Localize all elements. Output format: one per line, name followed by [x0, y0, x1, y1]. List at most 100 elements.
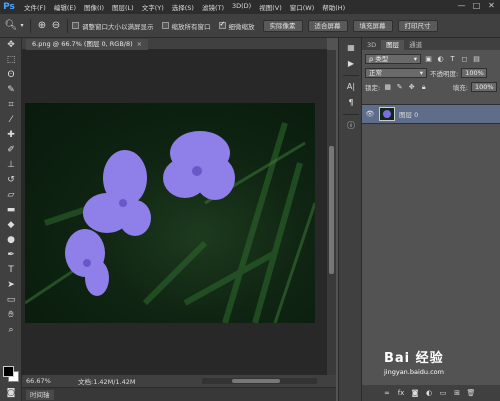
print-size-button[interactable]: 打印尺寸	[397, 19, 438, 32]
fill-input[interactable]: 100%	[471, 82, 497, 92]
info-panel-icon[interactable]: ⓘ	[339, 118, 363, 134]
close-icon[interactable]: ×	[137, 40, 142, 48]
resize-windows-checkbox[interactable]: 调整窗口大小以满屏显示	[72, 21, 154, 31]
quick-mask-icon[interactable]: ◙	[0, 386, 22, 401]
marquee-tool-icon[interactable]: ⬚	[0, 53, 22, 68]
checkbox-box[interactable]	[161, 22, 169, 29]
paragraph-panel-icon[interactable]: ¶	[339, 95, 363, 111]
lasso-tool-icon[interactable]: ʘ	[0, 68, 22, 83]
clone-stamp-tool-icon[interactable]: ⊥	[0, 158, 22, 173]
eye-icon[interactable]: 👁︎	[365, 110, 375, 118]
actions-panel-icon[interactable]: ▶	[339, 56, 363, 72]
zoom-tool-icon[interactable]: ⌕	[0, 323, 22, 338]
quick-select-tool-icon[interactable]: ✎	[0, 83, 22, 98]
layer-row[interactable]: 👁︎ 图层 0	[362, 104, 500, 124]
zoom-out-icon[interactable]: ⊖	[49, 19, 63, 33]
menu-image[interactable]: 图像(I)	[84, 2, 104, 12]
hand-tool-icon[interactable]: ✋︎	[0, 308, 22, 323]
blend-mode-select[interactable]: 正常 ▾	[365, 68, 427, 78]
gradient-tool-icon[interactable]: ▬	[0, 203, 22, 218]
checkbox-box[interactable]	[218, 20, 226, 29]
character-panel-icon[interactable]: A|	[339, 79, 363, 95]
ps-logo: Ps	[0, 0, 18, 14]
close-button[interactable]: ✕	[487, 1, 496, 10]
healing-brush-tool-icon[interactable]: ✚	[0, 128, 22, 143]
menu-type[interactable]: 文字(Y)	[142, 2, 164, 12]
tab-channels[interactable]: 通道	[404, 40, 427, 50]
panel-dock: ▦ ▶ A| ¶ ⓘ	[338, 38, 362, 401]
fill-screen-button[interactable]: 填充屏幕	[352, 19, 393, 32]
pixel-filter-icon[interactable]: ▣	[424, 55, 433, 64]
vertical-scrollbar[interactable]	[327, 50, 336, 375]
watermark-url: jingyan.baidu.com	[384, 368, 444, 376]
eyedropper-tool-icon[interactable]: ⁄	[0, 113, 22, 128]
type-tool-icon[interactable]: T	[0, 263, 22, 278]
horizontal-scrollbar[interactable]	[202, 378, 317, 384]
document-image[interactable]	[25, 103, 315, 323]
checkbox-label: 调整窗口大小以满屏显示	[82, 22, 154, 31]
canvas-area[interactable]	[22, 50, 327, 375]
move-tool-icon[interactable]: ✥	[0, 38, 22, 53]
menu-help[interactable]: 帮助(H)	[322, 2, 345, 12]
document-tab[interactable]: 6.png @ 66.7% (图层 0, RGB/8) ×	[26, 39, 149, 50]
zoom-in-icon[interactable]: ⊕	[35, 19, 49, 33]
menu-3d[interactable]: 3D(D)	[232, 2, 251, 12]
tools-panel: ✥ ⬚ ʘ ✎ ⌗ ⁄ ✚ ✐ ⊥ ↺ ▱ ▬ ◆ ● ✒ T ➤ ▭ ✋︎ ⌕…	[0, 38, 22, 401]
brush-tool-icon[interactable]: ✐	[0, 143, 22, 158]
menu-edit[interactable]: 编辑(E)	[54, 2, 76, 12]
dodge-tool-icon[interactable]: ●	[0, 233, 22, 248]
checkbox-label: 细微缩放	[228, 22, 255, 31]
chevron-down-icon: ▾	[419, 69, 423, 77]
lock-transparency-icon[interactable]: ▦	[383, 83, 392, 92]
blur-tool-icon[interactable]: ◆	[0, 218, 22, 233]
shape-filter-icon[interactable]: ◻	[460, 55, 469, 64]
status-bar: 66.67% 文档:1.42M/1.42M	[22, 375, 336, 387]
layer-name[interactable]: 图层 0	[399, 109, 418, 119]
adjustment-filter-icon[interactable]: ◐	[436, 55, 445, 64]
crop-tool-icon[interactable]: ⌗	[0, 98, 22, 113]
divider	[30, 18, 31, 33]
menu-window[interactable]: 窗口(W)	[290, 2, 315, 12]
menu-layer[interactable]: 图层(L)	[112, 2, 134, 12]
checkbox-box[interactable]	[72, 22, 79, 29]
zoom-tool-icon[interactable]: 🔍︎	[4, 19, 18, 33]
vertical-scrollbar-thumb[interactable]	[329, 146, 334, 274]
tab-3d[interactable]: 3D	[362, 40, 381, 50]
chevron-down-icon: ▾	[413, 55, 417, 63]
lock-pixels-icon[interactable]: ✎	[395, 83, 404, 92]
timeline-bar: 时间轴	[22, 387, 336, 401]
lock-all-icon[interactable]: 🔒︎	[419, 83, 428, 92]
zoom-level[interactable]: 66.67%	[22, 377, 51, 385]
pen-tool-icon[interactable]: ✒	[0, 248, 22, 263]
chevron-down-icon[interactable]: ▾	[18, 19, 26, 33]
menu-filter[interactable]: 滤镜(T)	[202, 2, 224, 12]
actual-pixels-button[interactable]: 实际像素	[262, 19, 303, 32]
history-panel-icon[interactable]: ▦	[339, 40, 363, 56]
maximize-button[interactable]: □	[472, 1, 481, 10]
shape-tool-icon[interactable]: ▭	[0, 293, 22, 308]
smart-object-filter-icon[interactable]: ▤	[472, 55, 481, 64]
layer-filter-select[interactable]: ρ 类型 ▾	[365, 54, 421, 64]
lock-row: 锁定: ▦ ✎ ✥ 🔒︎ 填充: 100%	[362, 80, 500, 94]
document-size: 文档:1.42M/1.42M	[78, 378, 136, 386]
menu-file[interactable]: 文件(F)	[24, 2, 46, 12]
menu-select[interactable]: 选择(S)	[172, 2, 194, 12]
foreground-color-swatch[interactable]	[3, 366, 14, 377]
fit-screen-button[interactable]: 适合屏幕	[307, 19, 348, 32]
opacity-input[interactable]: 100%	[461, 68, 488, 78]
lock-position-icon[interactable]: ✥	[407, 83, 416, 92]
layer-filter-label: ρ 类型	[369, 55, 389, 63]
minimize-button[interactable]: —	[457, 1, 466, 10]
horizontal-scrollbar-thumb[interactable]	[232, 379, 280, 383]
zoom-all-windows-checkbox[interactable]: 缩放所有窗口	[161, 21, 211, 31]
eraser-tool-icon[interactable]: ▱	[0, 188, 22, 203]
path-select-tool-icon[interactable]: ➤	[0, 278, 22, 293]
menu-view[interactable]: 视图(V)	[259, 2, 282, 12]
history-brush-tool-icon[interactable]: ↺	[0, 173, 22, 188]
options-bar: 🔍︎ ▾ ⊕ ⊖ 调整窗口大小以满屏显示 缩放所有窗口 细微缩放 实际像素 适合…	[0, 14, 500, 38]
timeline-tab[interactable]: 时间轴	[26, 390, 54, 400]
scrubby-zoom-checkbox[interactable]: 细微缩放	[218, 20, 255, 31]
tab-layers[interactable]: 图层	[381, 40, 405, 50]
type-filter-icon[interactable]: T	[448, 55, 457, 64]
checkbox-label: 缩放所有窗口	[171, 22, 211, 31]
